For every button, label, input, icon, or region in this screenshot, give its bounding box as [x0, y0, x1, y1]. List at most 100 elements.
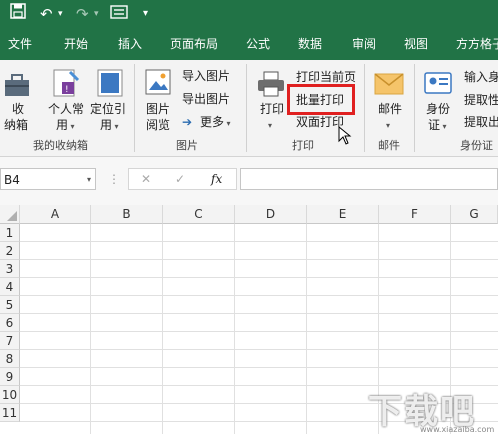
mouse-cursor-icon — [338, 126, 352, 145]
select-all-corner[interactable] — [0, 205, 20, 224]
tab-review[interactable]: 审阅 — [352, 29, 376, 60]
formula-buttons: ✕ ✓ fx — [128, 168, 237, 190]
locate-reference-icon — [97, 69, 123, 97]
cancel-icon[interactable]: ✕ — [141, 171, 151, 187]
group-label-idcard: 身份证 — [460, 139, 493, 152]
group-label-collection: 我的收纳箱 — [33, 139, 88, 152]
ribbon-tabs: 文件 开始 插入 页面布局 公式 数据 审阅 视图 方方格子 — [0, 29, 498, 60]
undo-icon[interactable]: ↶ — [40, 3, 53, 25]
name-box-value: B4 — [4, 173, 20, 187]
locate-reference-label-2: 用 ▾ — [100, 118, 119, 132]
tab-view[interactable]: 视图 — [404, 29, 428, 60]
column-header-b[interactable]: B — [91, 205, 163, 224]
row-header[interactable]: 5 — [0, 296, 20, 314]
grip-icon: ⋮ — [108, 172, 120, 186]
id-card-icon — [424, 72, 452, 94]
insert-function-icon[interactable]: fx — [211, 171, 222, 187]
export-picture-label: 导出图片 — [182, 92, 231, 106]
extract-gender-label: 提取性 — [464, 93, 498, 107]
group-separator — [414, 64, 415, 152]
tab-home[interactable]: 开始 — [64, 29, 88, 60]
gridline — [90, 224, 91, 434]
print-current-page-label: 打印当前页 — [296, 70, 357, 84]
name-box-dropdown-icon[interactable]: ▾ — [87, 169, 91, 191]
column-header-e[interactable]: E — [307, 205, 379, 224]
gridline — [162, 224, 163, 434]
group-label-mail: 邮件 — [378, 139, 400, 152]
formula-input[interactable] — [240, 168, 498, 190]
collection-box-label-2: 纳箱 — [4, 118, 29, 132]
gridline — [234, 224, 235, 434]
tab-page-layout[interactable]: 页面布局 — [170, 29, 218, 60]
extract-birth-label: 提取出 — [464, 115, 498, 129]
tab-formulas[interactable]: 公式 — [246, 29, 270, 60]
row-header[interactable]: 9 — [0, 368, 20, 386]
id-card-label-1: 身份 — [426, 102, 451, 116]
column-header-a[interactable]: A — [20, 205, 91, 224]
form-icon[interactable] — [110, 3, 128, 25]
row-header[interactable]: 6 — [0, 314, 20, 332]
personal-common-label-1: 个人常 — [48, 102, 85, 116]
duplex-print-label: 双面打印 — [296, 115, 345, 129]
gridline — [20, 367, 498, 368]
import-picture-label: 导入图片 — [182, 69, 231, 83]
mail-dropdown-icon: ▾ — [386, 121, 391, 130]
undo-dropdown-icon[interactable]: ▾ — [58, 3, 63, 25]
group-label-print: 打印 — [292, 139, 314, 152]
gridline — [20, 331, 498, 332]
svg-text:!: ! — [65, 85, 69, 95]
gridline — [306, 224, 307, 434]
tab-fangfangezi[interactable]: 方方格子 — [456, 29, 498, 60]
arrow-right-icon: ➔ — [182, 115, 193, 129]
tab-insert[interactable]: 插入 — [118, 29, 142, 60]
ribbon-panel: 收 纳箱 ! 个人常 用 ▾ 定位引 用 ▾ 我的收纳箱 图片 阅览 导入图片 … — [0, 60, 498, 157]
row-header[interactable]: 10 — [0, 386, 20, 404]
id-card-label-2: 证 ▾ — [428, 118, 447, 132]
gridline — [20, 313, 498, 314]
row-header[interactable]: 11 — [0, 404, 20, 422]
input-id-label: 输入身 — [464, 70, 498, 84]
row-header[interactable]: 1 — [0, 224, 20, 242]
row-header[interactable]: 2 — [0, 242, 20, 260]
printer-icon — [258, 71, 284, 97]
tab-data[interactable]: 数据 — [298, 29, 322, 60]
group-label-pictures: 图片 — [176, 139, 198, 152]
picture-view-label-2: 阅览 — [146, 118, 171, 132]
gridline — [20, 241, 498, 242]
gridline — [20, 259, 498, 260]
picture-view-label-1: 图片 — [146, 102, 171, 116]
redo-icon[interactable]: ↷ — [76, 3, 89, 25]
group-separator — [134, 64, 135, 152]
personal-common-label-2: 用 ▾ — [56, 118, 75, 132]
mail-label: 邮件 — [378, 102, 403, 116]
confirm-icon[interactable]: ✓ — [175, 171, 185, 187]
row-header[interactable]: 3 — [0, 260, 20, 278]
print-label: 打印 — [260, 102, 285, 116]
locate-reference-label-1: 定位引 — [90, 102, 127, 116]
group-separator — [246, 64, 247, 152]
row-header[interactable]: 8 — [0, 350, 20, 368]
redo-dropdown-icon[interactable]: ▾ — [94, 3, 99, 25]
tab-file[interactable]: 文件 — [8, 29, 32, 60]
column-header-f[interactable]: F — [379, 205, 451, 224]
save-icon[interactable] — [10, 3, 26, 25]
collection-box-label-1: 收 — [12, 102, 25, 116]
gridline — [20, 277, 498, 278]
gridline — [20, 295, 498, 296]
formula-bar: B4 ▾ ⋮ ✕ ✓ fx — [0, 157, 498, 205]
toolbox-icon — [5, 74, 29, 96]
watermark-url: www.xiazaiba.com — [420, 425, 495, 434]
column-header-g[interactable]: G — [451, 205, 498, 224]
picture-view-icon — [145, 69, 171, 95]
group-separator — [364, 64, 365, 152]
column-header-d[interactable]: D — [235, 205, 307, 224]
name-box[interactable]: B4 ▾ — [0, 168, 96, 190]
highlight-box — [287, 84, 355, 115]
column-header-c[interactable]: C — [163, 205, 235, 224]
row-header[interactable]: 4 — [0, 278, 20, 296]
gridline — [20, 349, 498, 350]
personal-file-icon: ! — [53, 69, 80, 97]
customize-qat-icon[interactable]: ▾ — [143, 3, 148, 25]
row-header[interactable]: 7 — [0, 332, 20, 350]
print-dropdown-icon: ▾ — [268, 121, 273, 130]
